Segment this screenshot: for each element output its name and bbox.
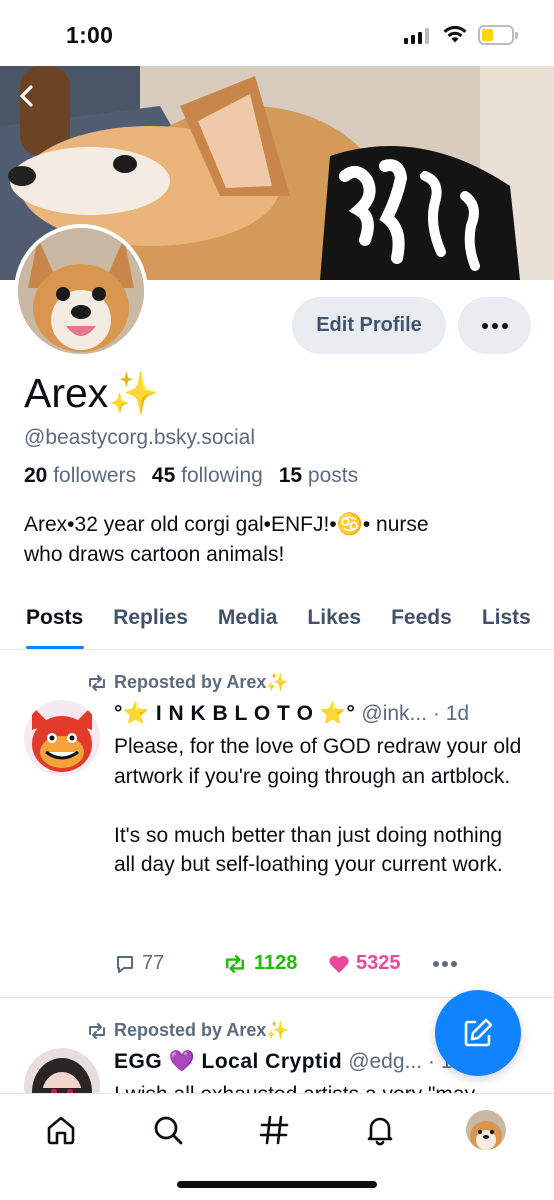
bio-line: Arex•32 year old corgi gal•ENFJ!•♋️• nur… <box>24 513 429 536</box>
ellipsis-icon <box>481 322 488 329</box>
tab-media[interactable]: Media <box>203 600 293 649</box>
nav-feeds[interactable] <box>254 1110 294 1150</box>
repost-icon <box>226 954 244 973</box>
more-options-button[interactable] <box>458 297 531 354</box>
tab-feeds[interactable]: Feeds <box>376 600 467 649</box>
signal-icon <box>404 28 429 44</box>
tab-likes[interactable]: Likes <box>292 600 376 649</box>
feed-post[interactable]: Reposted by Arex✨ °⭐ I N K B L O T O ⭐° … <box>0 650 554 998</box>
home-icon <box>47 1116 75 1145</box>
profile-handle: @beastycorg.bsky.social <box>24 426 256 449</box>
profile-avatar[interactable] <box>14 224 148 358</box>
status-time: 1:00 <box>66 22 114 48</box>
following-link[interactable]: 45 following <box>152 464 263 487</box>
reply-button[interactable]: 77 <box>114 952 222 975</box>
repost-icon <box>89 1022 105 1039</box>
post-text: Please, for the love of GOD redraw your … <box>114 735 522 876</box>
followers-link[interactable]: 20 followers <box>24 464 136 487</box>
author-name: °⭐ I N K B L O T O ⭐° <box>114 702 356 725</box>
bell-icon <box>367 1117 393 1146</box>
ellipsis-icon <box>433 960 457 967</box>
hashtag-icon <box>259 1115 289 1145</box>
repost-button[interactable]: 1128 <box>222 952 328 975</box>
wifi-icon <box>443 25 467 43</box>
avatar <box>466 1110 506 1150</box>
profile-stats: 20 followers 45 following 15 posts <box>24 464 358 488</box>
profile-tabs: Posts Replies Media Likes Feeds Lists <box>0 600 554 650</box>
edit-profile-button[interactable]: Edit Profile <box>292 297 446 354</box>
author-name: EGG 💜 Local Cryptid <box>114 1050 343 1073</box>
display-name: Arex✨ <box>24 370 160 416</box>
nav-profile[interactable] <box>466 1110 506 1150</box>
repost-icon <box>89 674 105 691</box>
posts-count: 15 posts <box>278 464 359 487</box>
author-avatar[interactable] <box>24 1048 100 1093</box>
nav-notifications[interactable] <box>360 1110 400 1150</box>
author-avatar[interactable] <box>24 700 100 776</box>
home-indicator <box>177 1181 377 1188</box>
compose-button[interactable] <box>435 990 521 1076</box>
author-meta: @ink... · 1d <box>361 702 470 725</box>
post-actions: 77 1128 5325 <box>114 952 458 975</box>
like-button[interactable]: 5325 <box>328 952 432 975</box>
tab-lists[interactable]: Lists <box>467 600 546 649</box>
profile-bio: Arex•32 year old corgi gal•ENFJ!•♋️• nur… <box>24 510 524 570</box>
post-text: I wish all exhausted artists a very "may <box>114 1080 524 1093</box>
author-avatar-image <box>24 1048 100 1093</box>
repost-indicator[interactable]: Reposted by Arex✨ <box>86 672 289 693</box>
repost-indicator[interactable]: Reposted by Arex✨ <box>86 1020 289 1041</box>
nav-search[interactable] <box>148 1110 188 1150</box>
compose-icon <box>464 1018 493 1047</box>
avatar-image <box>18 228 144 354</box>
battery-icon <box>478 25 518 45</box>
author-avatar-image <box>24 700 100 776</box>
nav-home[interactable] <box>41 1110 81 1150</box>
back-button[interactable] <box>10 78 46 114</box>
chevron-left-icon <box>20 85 33 107</box>
status-bar: 1:00 <box>0 0 554 66</box>
heart-icon <box>329 955 349 973</box>
tab-posts[interactable]: Posts <box>0 600 98 649</box>
post-author[interactable]: EGG 💜 Local Cryptid @edg... · 10d <box>114 1050 476 1074</box>
tab-replies[interactable]: Replies <box>98 600 203 649</box>
search-icon <box>154 1116 183 1145</box>
comment-icon <box>117 955 133 973</box>
post-more-button[interactable] <box>432 960 458 968</box>
post-author[interactable]: °⭐ I N K B L O T O ⭐° @ink... · 1d <box>114 702 469 726</box>
bio-line: who draws cartoon animals! <box>24 543 285 566</box>
